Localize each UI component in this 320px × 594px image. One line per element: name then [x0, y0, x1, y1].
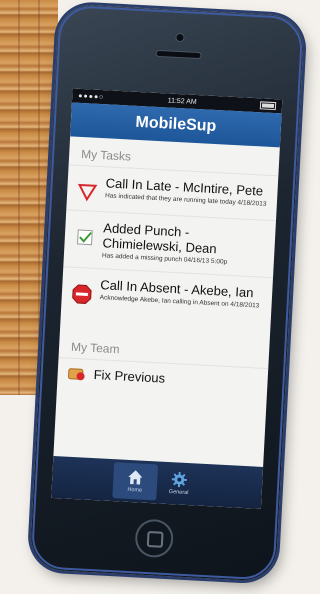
phone-device: ●●●●○ 11:52 AM MobileSup My Tasks Call I… [23, 0, 320, 594]
app-title: MobileSup [135, 113, 217, 136]
status-time: 11:52 AM [167, 96, 197, 106]
tab-home[interactable]: Home [112, 462, 159, 501]
checkmark-icon [76, 229, 93, 246]
tab-label: Home [127, 486, 143, 494]
team-item-label: Fix Previous [93, 366, 166, 386]
gear-icon [171, 472, 187, 488]
task-item-call-in-absent[interactable]: Call In Absent - Akebe, Ian Acknowledge … [60, 266, 274, 323]
signal-indicator: ●●●●○ [78, 92, 105, 101]
tab-label: General [168, 489, 189, 497]
tab-general[interactable]: General [156, 461, 202, 505]
late-triangle-icon [77, 183, 98, 202]
phone-body: ●●●●○ 11:52 AM MobileSup My Tasks Call I… [29, 3, 305, 582]
stop-sign-icon [72, 284, 92, 304]
fix-previous-icon [68, 368, 85, 381]
phone-screen: ●●●●○ 11:52 AM MobileSup My Tasks Call I… [51, 88, 283, 509]
battery-icon [259, 101, 277, 111]
home-icon [128, 470, 143, 485]
